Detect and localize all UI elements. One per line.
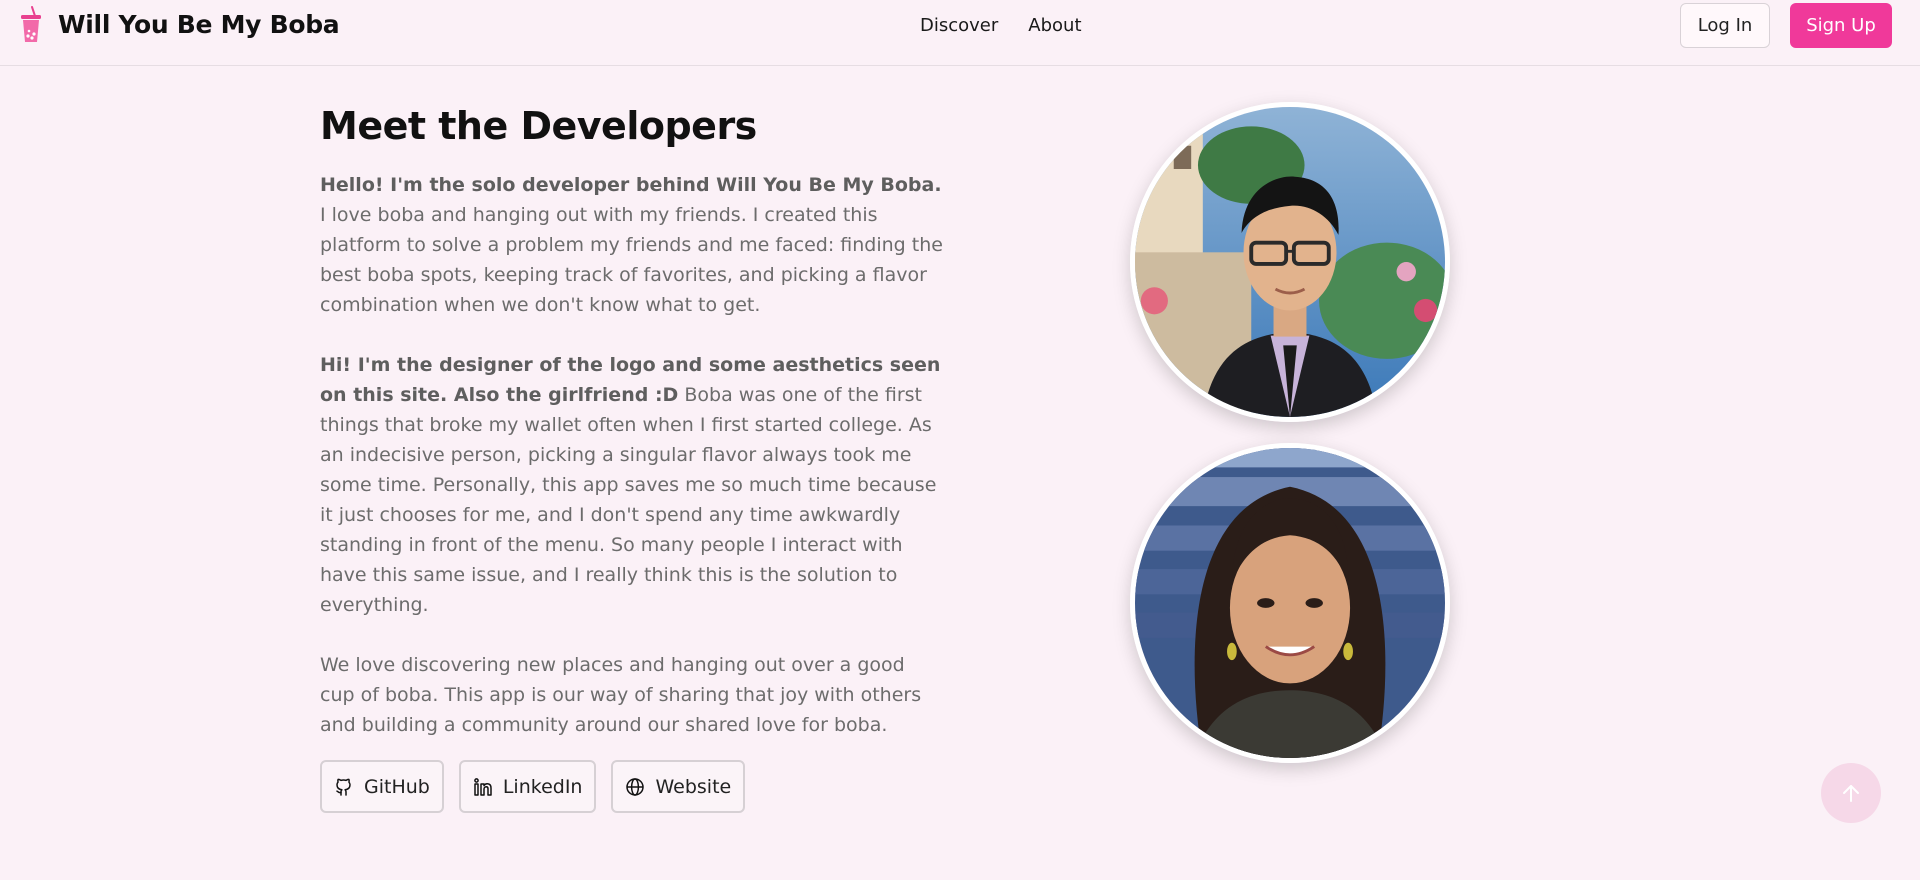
shared-mission: We love discovering new places and hangi… (320, 650, 945, 740)
github-button[interactable]: GitHub (320, 760, 444, 813)
designer-bio-text: Boba was one of the first things that br… (320, 384, 937, 616)
arrow-up-icon (1843, 785, 1859, 802)
login-button[interactable]: Log In (1680, 3, 1770, 48)
github-label: GitHub (364, 775, 430, 798)
globe-icon (626, 777, 645, 796)
website-button[interactable]: Website (611, 760, 746, 813)
app-name: Will You Be My Boba (58, 10, 340, 39)
developer-bio-text: I love boba and hanging out with my frie… (320, 204, 943, 316)
social-links: GitHub LinkedIn Website (320, 760, 945, 813)
linkedin-button[interactable]: LinkedIn (458, 760, 597, 813)
main-nav: Discover About (920, 14, 1112, 38)
developer-bio-intro: Hello! I'm the solo developer behind Wil… (320, 174, 942, 196)
linkedin-label: LinkedIn (502, 775, 583, 798)
boba-cup-icon (21, 6, 41, 42)
website-label: Website (655, 775, 732, 798)
top-navigation-bar: Will You Be My Boba Discover About Log I… (0, 0, 1920, 66)
designer-bio: Hi! I'm the designer of the logo and som… (320, 350, 945, 620)
scroll-to-top-button[interactable] (1821, 763, 1881, 823)
nav-about[interactable]: About (1028, 14, 1081, 38)
developer-photo (1130, 102, 1450, 422)
github-icon (336, 778, 351, 796)
linkedin-icon (473, 777, 492, 796)
designer-photo (1130, 443, 1450, 763)
shared-mission-text: We love discovering new places and hangi… (320, 654, 922, 736)
brand[interactable]: Will You Be My Boba (18, 5, 340, 45)
about-content: Meet the Developers Hello! I'm the solo … (320, 100, 945, 813)
page-title: Meet the Developers (320, 104, 757, 148)
developer-bio: Hello! I'm the solo developer behind Wil… (320, 170, 945, 320)
auth-actions: Log In Sign Up (1680, 3, 1892, 48)
signup-button[interactable]: Sign Up (1790, 3, 1892, 48)
nav-discover[interactable]: Discover (920, 14, 998, 38)
